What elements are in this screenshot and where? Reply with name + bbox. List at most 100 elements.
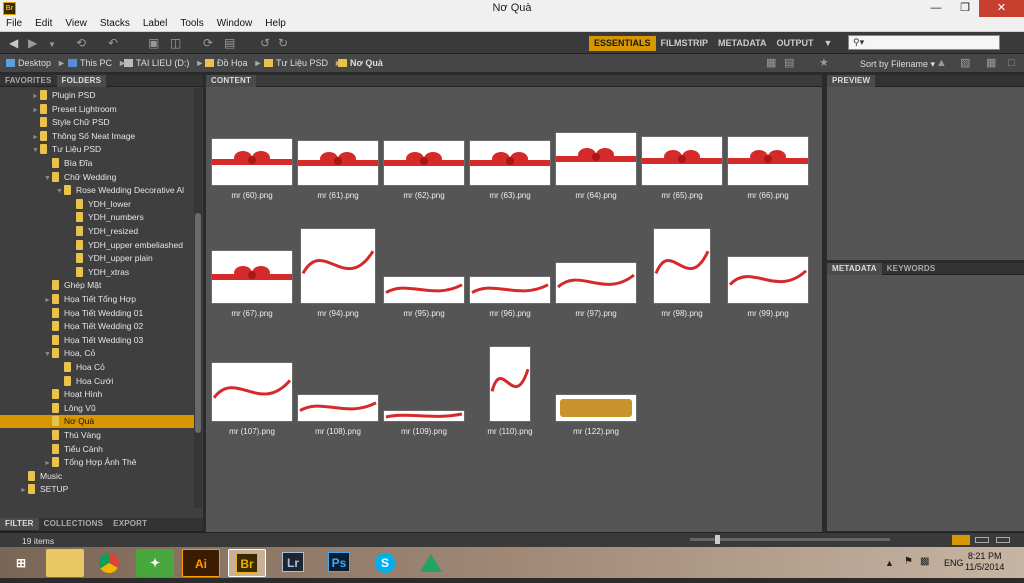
folder-item[interactable]: ► Thông Số Neat Image <box>0 130 194 143</box>
refine-icon[interactable]: ◫ <box>170 36 181 50</box>
menu-stacks[interactable]: Stacks <box>94 17 137 29</box>
breadcrumb-this-pc[interactable]: This PC ► <box>68 58 127 68</box>
chevron-right-icon[interactable]: ► <box>20 484 28 497</box>
slider-handle[interactable] <box>715 535 720 544</box>
view-details-button[interactable] <box>975 537 989 543</box>
thumbnail-image[interactable] <box>728 257 808 303</box>
thumbnail-image[interactable] <box>654 229 710 303</box>
tab-preview[interactable]: PREVIEW <box>827 75 876 87</box>
delete-icon[interactable]: □ <box>1008 56 1015 70</box>
tab-keywords[interactable]: KEYWORDS <box>882 263 941 275</box>
folder-item[interactable]: ► Plugin PSD <box>0 89 194 102</box>
menu-edit[interactable]: Edit <box>29 17 59 29</box>
chevron-down-icon[interactable]: ▼ <box>32 144 40 157</box>
menu-help[interactable]: Help <box>259 17 293 29</box>
thumbnail-image[interactable] <box>556 263 636 303</box>
forward-arrow-icon[interactable]: ▶ <box>28 36 37 50</box>
flag-icon[interactable]: ⚑ <box>904 556 913 567</box>
folder-item[interactable]: YDH_xtras <box>0 266 194 279</box>
folder-item[interactable]: Họa Tiết Wedding 03 <box>0 334 194 347</box>
thumbnail-item[interactable]: mr (60).png <box>210 107 294 217</box>
thumbnail-item[interactable]: mr (97).png <box>554 225 638 335</box>
thumbnail-item[interactable]: mr (66).png <box>726 107 810 217</box>
chrome-icon[interactable] <box>90 549 128 577</box>
view-grid-button[interactable] <box>952 535 970 545</box>
tab-collections[interactable]: COLLECTIONS <box>39 518 109 530</box>
folder-item[interactable]: ► SETUP <box>0 483 194 496</box>
thumbnail-item[interactable]: mr (99).png <box>726 225 810 335</box>
thumbnail-item[interactable]: mr (110).png <box>468 343 552 453</box>
thumbnail-item[interactable]: mr (95).png <box>382 225 466 335</box>
folder-item[interactable]: YDH_upper plain <box>0 252 194 265</box>
rotate-icon[interactable]: ⟳ <box>203 36 213 50</box>
thumbnail-item[interactable]: mr (108).png <box>296 343 380 453</box>
thumbnail-item[interactable]: mr (96).png <box>468 225 552 335</box>
folder-item[interactable]: Họa Tiết Wedding 01 <box>0 307 194 320</box>
folder-item[interactable]: Style Chữ PSD <box>0 116 194 129</box>
thumbnail-image[interactable] <box>212 251 292 303</box>
breadcrumb-do-hoa[interactable]: Đồ Họa ► <box>205 58 262 68</box>
thumbnail-image[interactable] <box>212 139 292 185</box>
folder-item[interactable]: ▼ Chữ Wedding <box>0 171 194 184</box>
tab-metadata[interactable]: METADATA <box>827 263 882 275</box>
folder-item[interactable]: Bìa Đĩa <box>0 157 194 170</box>
tab-filter[interactable]: FILTER <box>0 518 39 530</box>
scrollbar-thumb[interactable] <box>195 213 201 433</box>
tab-favorites[interactable]: FAVORITES <box>0 75 57 87</box>
thumbnail-item[interactable]: mr (62).png <box>382 107 466 217</box>
google-drive-icon[interactable] <box>412 549 450 577</box>
minimize-icon[interactable]: — <box>922 0 950 17</box>
photoshop-icon[interactable]: Ps <box>320 549 358 577</box>
menu-label[interactable]: Label <box>137 17 174 29</box>
thumbnail-image[interactable] <box>298 395 378 421</box>
folder-item[interactable]: Hoa Cưới <box>0 375 194 388</box>
folder-item[interactable]: ▼ Rose Wedding Decorative Al <box>0 184 194 197</box>
chevron-right-icon[interactable]: ► <box>32 90 40 103</box>
camera-download-icon[interactable]: ▣ <box>148 36 159 50</box>
search-input[interactable]: ⚲▾ <box>848 35 1000 50</box>
thumbnail-image[interactable] <box>298 141 378 185</box>
thumbnail-item[interactable]: mr (98).png <box>640 225 724 335</box>
menu-tools[interactable]: Tools <box>174 17 210 29</box>
thumbnail-image[interactable] <box>556 133 636 185</box>
tab-folders[interactable]: FOLDERS <box>56 75 107 87</box>
thumbnail-item[interactable]: mr (64).png <box>554 107 638 217</box>
folder-item[interactable]: Nơ Quà <box>0 415 194 429</box>
thumbnail-image[interactable] <box>212 363 292 421</box>
chevron-down-icon[interactable]: ▼ <box>44 348 52 361</box>
folder-item[interactable]: YDH_lower <box>0 198 194 211</box>
chevron-right-icon[interactable]: ► <box>32 104 40 117</box>
folder-item[interactable]: ► Tổng Hợp Ảnh Thẻ <box>0 456 194 469</box>
taskbar-clock[interactable]: 8:21 PM 11/5/2014 <box>965 551 1004 573</box>
restore-icon[interactable]: ❐ <box>951 0 979 17</box>
back-arrow-icon[interactable]: ◀ <box>9 36 18 50</box>
chevron-down-icon[interactable]: ▼ <box>44 172 52 185</box>
workspace-menu-chevron-icon[interactable]: ▼ <box>819 36 838 51</box>
language-indicator[interactable]: ENG <box>944 558 964 568</box>
thumbnail-item[interactable]: mr (61).png <box>296 107 380 217</box>
folder-item[interactable]: ▼ Hoa, Cỏ <box>0 347 194 360</box>
thumbnail-image[interactable] <box>384 411 464 421</box>
return-icon[interactable]: ↶ <box>108 36 118 50</box>
thumbnail-item[interactable]: mr (65).png <box>640 107 724 217</box>
chevron-down-icon[interactable]: ▼ <box>48 38 56 52</box>
thumbnail-image[interactable] <box>642 137 722 185</box>
thumbnail-size-slider[interactable] <box>690 535 890 544</box>
folder-item[interactable]: Hoạt Hình <box>0 388 194 401</box>
chevron-right-icon[interactable]: ► <box>44 294 52 307</box>
thumbnail-image[interactable] <box>490 347 530 421</box>
folder-item[interactable]: Tiểu Cảnh <box>0 443 194 456</box>
folder-item[interactable]: YDH_resized <box>0 225 194 238</box>
folder-item[interactable]: Music <box>0 470 194 483</box>
folder-item[interactable]: Ghép Mặt <box>0 279 194 292</box>
thumbnail-item[interactable]: mr (122).png <box>554 343 638 453</box>
menu-view[interactable]: View <box>59 17 94 29</box>
close-icon[interactable]: ✕ <box>979 0 1024 17</box>
sort-ascending-icon[interactable]: ▲ <box>936 56 947 70</box>
workspace-filmstrip[interactable]: FILMSTRIP <box>656 36 714 51</box>
recent-files-icon[interactable]: ▦ <box>986 56 996 70</box>
folder-item[interactable]: ► Preset Lightroom <box>0 103 194 116</box>
thumbnail-item[interactable]: mr (67).png <box>210 225 294 335</box>
tray-arrow-icon[interactable]: ▲ <box>885 558 894 568</box>
quality-icon[interactable]: ▦ <box>766 56 776 70</box>
